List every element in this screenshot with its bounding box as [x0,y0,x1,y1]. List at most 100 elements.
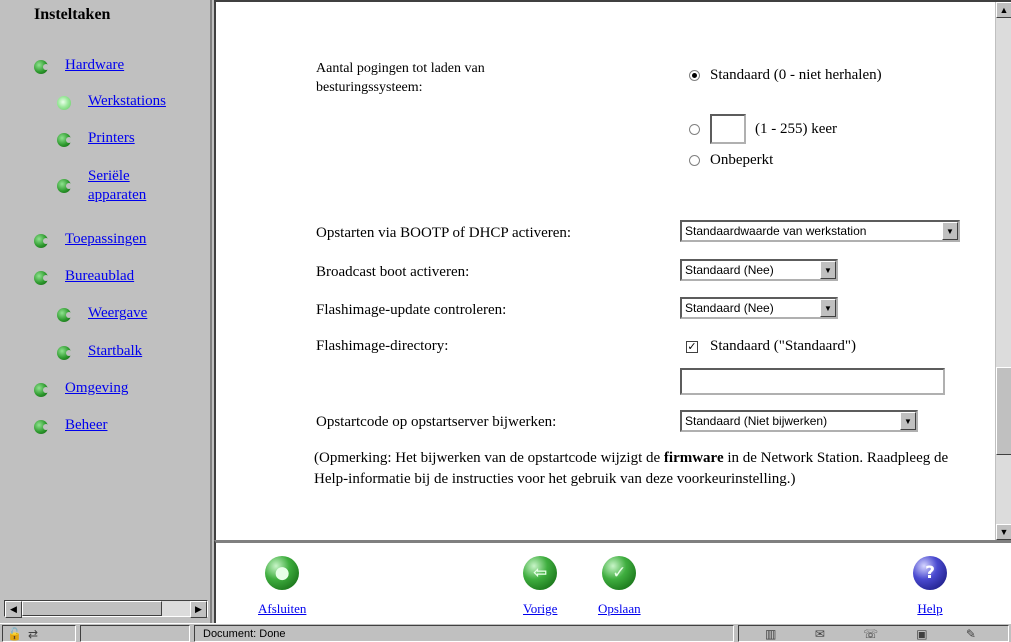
help-button[interactable]: ? Help [913,556,947,617]
nav-title: Insteltaken [34,6,111,23]
nav-link-toepassingen[interactable]: Toepassingen [65,231,146,248]
discussion-icon[interactable]: ☏ [863,627,878,641]
content-frame: Aantal pogingen tot laden van besturings… [214,0,1011,540]
back-arrow-icon[interactable]: ⇦ [523,556,558,590]
nav-item-seriele-apparaten[interactable]: Seriële apparaten [57,167,197,205]
nav-item-omgeving[interactable]: Omgeving [34,380,128,397]
flash-update-select[interactable]: Standaard (Nee) ▼ [680,297,838,319]
flash-update-label: Flashimage-update controleren: [316,302,507,318]
nav-link-hardware[interactable]: Hardware [65,57,124,74]
radio-default[interactable] [689,70,700,82]
help-link[interactable]: Help [917,601,942,617]
green-bullet-icon [57,308,72,322]
broadcast-boot-label: Broadcast boot activeren: [316,264,470,280]
nav-item-startbalk[interactable]: Startbalk [57,343,142,360]
nav-link-bureaublad[interactable]: Bureaublad [65,268,134,285]
close-button[interactable]: ● Afsluiten [258,556,306,617]
composer-icon[interactable]: ▣ [916,627,927,641]
action-toolbar: ● Afsluiten ⇦ Vorige ✓ Opslaan ? Help [214,540,1011,623]
green-bullet-icon [57,346,72,360]
nav-link-seriele-apparaten[interactable]: Seriële apparaten [88,167,168,205]
nav-link-startbalk[interactable]: Startbalk [88,343,142,360]
status-component-bar: ▥ ✉ ☏ ▣ ✎ [738,625,1009,642]
bootcode-update-select[interactable]: Standaard (Niet bijwerken) ▼ [680,410,918,432]
note-text-before: (Opmerking: Het bijwerken van de opstart… [314,450,664,466]
scrollbar-thumb[interactable] [22,601,162,616]
flash-update-value: Standaard (Nee) [685,301,774,315]
help-icon[interactable]: ? [913,556,947,590]
checkbox-checked-icon[interactable]: ✓ [686,340,698,353]
bootcode-update-label: Opstartcode op opstartserver bijwerken: [316,414,557,430]
save-button[interactable]: ✓ Opslaan [598,556,641,617]
green-bullet-icon [34,234,49,248]
mail-icon[interactable]: ✉ [815,627,825,641]
boot-attempts-default-option[interactable]: Standaard (0 - niet herhalen) [689,67,882,84]
nav-item-werkstations[interactable]: Werkstations [57,93,166,110]
dropdown-arrow-icon[interactable]: ▼ [820,261,836,279]
radio-unlimited[interactable] [689,155,700,167]
flash-dir-checkbox-label: Standaard ("Standaard") [710,338,856,354]
nav-link-omgeving[interactable]: Omgeving [65,380,128,397]
status-security-cell: 🔓 ⇄ [2,625,76,642]
nav-link-werkstations[interactable]: Werkstations [88,93,166,110]
previous-link[interactable]: Vorige [523,601,557,617]
radio-unlimited-label: Onbeperkt [710,152,774,168]
bootcode-update-value: Standaard (Niet bijwerken) [685,414,828,428]
nav-horizontal-scrollbar[interactable]: ◀ ▶ [4,600,208,618]
green-bullet-icon [34,60,49,74]
radio-custom[interactable] [689,123,700,135]
flash-dir-label: Flashimage-directory: [316,338,449,354]
nav-link-weergave[interactable]: Weergave [88,305,147,322]
nav-frame: Insteltaken Hardware Werkstations Printe… [0,0,212,623]
navigator-icon[interactable]: ▥ [765,627,776,641]
dropdown-arrow-icon[interactable]: ▼ [820,299,836,317]
boot-attempts-label: Aantal pogingen tot laden van besturings… [316,61,485,95]
broadcast-boot-value: Standaard (Nee) [685,263,774,277]
status-progress-cell [80,625,190,642]
flash-dir-input[interactable] [680,368,945,395]
nav-item-toepassingen[interactable]: Toepassingen [34,231,146,248]
content-vertical-scrollbar[interactable]: ▲ ▼ [995,2,1011,540]
boot-attempts-unlimited-option[interactable]: Onbeperkt [689,152,773,169]
lock-icon: 🔓 [7,626,22,641]
green-bullet-icon [34,420,49,434]
save-link[interactable]: Opslaan [598,601,641,617]
nav-link-beheer[interactable]: Beheer [65,417,107,434]
close-link[interactable]: Afsluiten [258,601,306,617]
save-icon[interactable]: ✓ [602,556,637,590]
bootp-dhcp-value: Standaardwaarde van werkstation [685,224,867,238]
bootp-dhcp-select[interactable]: Standaardwaarde van werkstation ▼ [680,220,960,242]
nav-link-printers[interactable]: Printers [88,130,135,147]
flash-dir-default-option[interactable]: ✓ Standaard ("Standaard") [686,338,856,355]
radio-custom-label: (1 - 255) keer [755,120,838,137]
boot-attempts-input[interactable] [710,114,746,144]
status-text: Document: Done [194,625,734,642]
green-bullet-icon [57,179,72,193]
boot-attempts-custom-option[interactable]: (1 - 255) keer [689,114,837,144]
dropdown-arrow-icon[interactable]: ▼ [942,222,958,240]
previous-button[interactable]: ⇦ Vorige [523,556,557,617]
scrollbar-thumb[interactable] [996,367,1011,455]
status-message: Document: Done [203,627,286,640]
nav-item-beheer[interactable]: Beheer [34,417,107,434]
green-bullet-icon [34,271,49,285]
scroll-up-arrow-icon[interactable]: ▲ [996,2,1011,18]
nav-item-hardware[interactable]: Hardware [34,57,124,74]
browser-status-bar: 🔓 ⇄ Document: Done ▥ ✉ ☏ ▣ ✎ [0,623,1011,642]
green-bullet-icon [57,133,72,147]
connection-icon: ⇄ [27,626,39,641]
scroll-down-arrow-icon[interactable]: ▼ [996,524,1011,540]
edit-icon[interactable]: ✎ [966,627,976,641]
nav-item-bureaublad[interactable]: Bureaublad [34,268,134,285]
nav-item-weergave[interactable]: Weergave [57,305,147,322]
nav-item-printers[interactable]: Printers [57,130,135,147]
close-icon[interactable]: ● [265,556,300,590]
scroll-left-arrow-icon[interactable]: ◀ [5,601,22,618]
dropdown-arrow-icon[interactable]: ▼ [900,412,916,430]
bootp-dhcp-label: Opstarten via BOOTP of DHCP activeren: [316,225,572,241]
note-bold-firmware: firmware [663,450,724,466]
active-bullet-icon [57,96,71,110]
broadcast-boot-select[interactable]: Standaard (Nee) ▼ [680,259,838,281]
green-bullet-icon [34,383,49,397]
scroll-right-arrow-icon[interactable]: ▶ [190,601,207,618]
